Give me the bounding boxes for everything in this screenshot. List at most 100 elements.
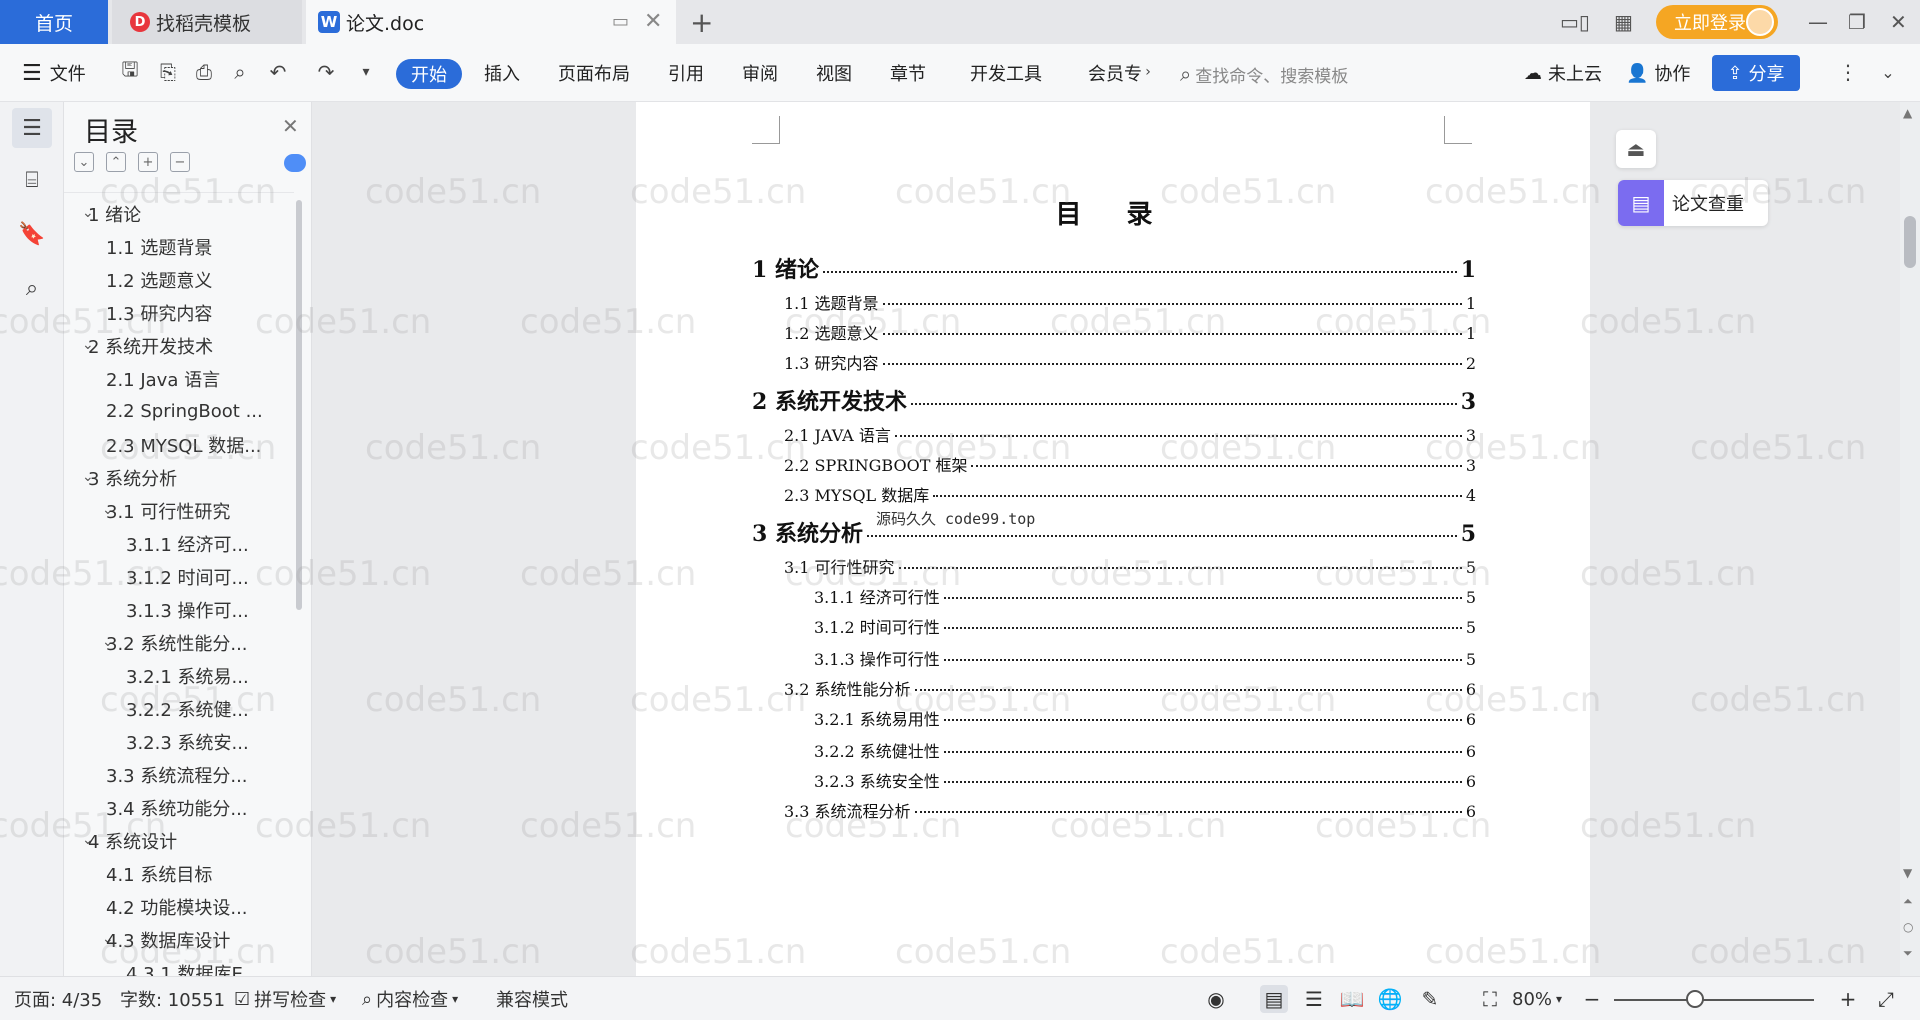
tab-review[interactable]: 审阅 <box>742 56 778 90</box>
demote-icon[interactable]: − <box>170 152 190 172</box>
tab-chapter[interactable]: 章节 <box>890 56 926 90</box>
apps-grid-icon[interactable]: ▦ <box>1614 0 1633 44</box>
export-pdf-icon[interactable]: ⎘ <box>154 58 182 86</box>
command-search[interactable]: ⌕ 查找命令、搜索模板 <box>1180 58 1348 90</box>
toc-entry[interactable]: 3.1.2 时间可行性 5 <box>814 614 1476 638</box>
toc-tree-item[interactable]: 3.1.3 操作可... <box>126 593 296 626</box>
expand-all-icon[interactable]: ⌄ <box>74 152 94 172</box>
collapse-side-icon[interactable]: ⏏ <box>1616 130 1656 168</box>
prev-page-icon[interactable]: ⏶ <box>1903 894 1913 909</box>
ai-assistant-icon[interactable] <box>284 154 306 172</box>
scroll-up-icon[interactable]: ▲ <box>1903 106 1912 120</box>
toc-tree-item[interactable]: 3.1.2 时间可... <box>126 560 296 593</box>
toc-entry[interactable]: 2 系统开发技术 3 <box>752 384 1476 416</box>
toc-tree-item[interactable]: 3.1 可行性研究 <box>106 494 276 527</box>
toc-nav-icon[interactable]: ☰ <box>12 108 52 148</box>
toc-tree-item[interactable]: 1 绪论 <box>88 197 258 230</box>
zoom-level[interactable]: 80% ▾ <box>1512 987 1562 1011</box>
toc-entry[interactable]: 3.2.3 系统安全性 6 <box>814 768 1476 792</box>
cloud-status[interactable]: ☁ 未上云 <box>1524 56 1602 90</box>
chapter-nav-icon[interactable]: ⌸ <box>12 160 52 200</box>
scroll-thumb[interactable] <box>1904 216 1916 268</box>
close-window-icon[interactable]: ✕ <box>1890 0 1907 44</box>
toc-tree-item[interactable]: 3.1.1 经济可... <box>126 527 296 560</box>
zoom-slider-knob[interactable] <box>1686 990 1704 1008</box>
tab-home[interactable]: 首页 <box>0 0 108 44</box>
write-mode-icon[interactable]: ✎ <box>1416 985 1444 1013</box>
login-button[interactable]: 立即登录 <box>1656 5 1778 39</box>
toc-entry[interactable]: 1 绪论 1 <box>752 252 1476 284</box>
eye-protection-icon[interactable]: ◉ <box>1202 985 1230 1013</box>
tab-start[interactable]: 开始 <box>396 59 462 89</box>
plagiarism-check-button[interactable]: ▤ 论文查重 <box>1618 180 1768 226</box>
word-count[interactable]: 字数: 10551 <box>120 987 225 1011</box>
toc-entry[interactable]: 3 系统分析 5 <box>752 516 1476 548</box>
toc-tree-item[interactable]: 1.1 选题背景 <box>106 230 276 263</box>
minimize-icon[interactable]: — <box>1808 0 1828 44</box>
file-menu[interactable]: ☰ 文件 <box>22 56 86 90</box>
print-preview-icon[interactable]: ⌕ <box>226 58 254 86</box>
toc-entry[interactable]: 3.1 可行性研究 5 <box>784 554 1476 578</box>
spell-check[interactable]: ☑ 拼写检查 ▾ <box>234 987 336 1012</box>
toc-tree-item[interactable]: 1.3 研究内容 <box>106 296 276 329</box>
content-check[interactable]: ⌕ 内容检查 ▾ <box>362 987 458 1012</box>
zoom-out-icon[interactable]: − <box>1578 985 1606 1013</box>
share-button[interactable]: ⇪ 分享 <box>1712 55 1800 91</box>
find-icon[interactable]: ⌕ <box>12 268 52 308</box>
toc-entry[interactable]: 1.2 选题意义 1 <box>784 320 1476 344</box>
collapse-ribbon-icon[interactable]: ⌄ <box>1874 58 1902 86</box>
toc-entry[interactable]: 2.1 JAVA 语言 3 <box>784 422 1476 446</box>
scroll-down-icon[interactable]: ▼ <box>1903 866 1912 880</box>
tab-view[interactable]: 视图 <box>816 56 852 90</box>
toc-entry[interactable]: 3.2 系统性能分析 6 <box>784 676 1476 700</box>
toc-tree-item[interactable]: 4.2 功能模块设... <box>106 890 276 923</box>
toc-scrollbar[interactable] <box>296 200 302 610</box>
screen-icon[interactable]: ▭ <box>612 11 629 32</box>
print-icon[interactable]: ⎙ <box>190 58 218 86</box>
tab-page-layout[interactable]: 页面布局 <box>558 56 630 90</box>
restore-icon[interactable]: ❐ <box>1848 0 1866 44</box>
toc-tree-item[interactable]: 2 系统开发技术 <box>88 329 258 362</box>
tab-template[interactable]: D 找稻壳模板 <box>112 0 302 44</box>
page-indicator[interactable]: 页面: 4/35 <box>14 987 102 1011</box>
vertical-scrollbar[interactable]: ▲ ▼ ⏶ ○ ⏷ <box>1900 102 1920 976</box>
close-tab-icon[interactable]: ✕ <box>644 9 662 34</box>
toc-tree-item[interactable]: 4.3.1 数据库E... <box>126 956 296 977</box>
toc-tree-item[interactable]: 2.3 MYSQL 数据... <box>106 428 276 461</box>
page-jump-icon[interactable]: ○ <box>1903 920 1913 934</box>
bookmark-icon[interactable]: 🔖 <box>12 214 52 254</box>
layout-icon[interactable]: ▭▯ <box>1560 0 1590 44</box>
toc-entry[interactable]: 3.2.2 系统健壮性 6 <box>814 738 1476 762</box>
toc-entry[interactable]: 3.2.1 系统易用性 6 <box>814 706 1476 730</box>
close-panel-icon[interactable]: ✕ <box>282 114 299 138</box>
toc-tree-item[interactable]: 4 系统设计 <box>88 824 258 857</box>
fit-page-icon[interactable]: ⛶ <box>1476 985 1504 1013</box>
tab-references[interactable]: 引用 <box>668 56 704 90</box>
zoom-slider[interactable] <box>1614 999 1814 1001</box>
new-tab-icon[interactable]: + <box>690 6 713 39</box>
toc-tree-item[interactable]: 3.4 系统功能分... <box>106 791 276 824</box>
toc-tree-item[interactable]: 3 系统分析 <box>88 461 258 494</box>
toc-entry[interactable]: 3.1.3 操作可行性 5 <box>814 646 1476 670</box>
zoom-in-icon[interactable]: + <box>1834 985 1862 1013</box>
web-view-icon[interactable]: 🌐 <box>1376 985 1404 1013</box>
toc-tree-item[interactable]: 2.2 SpringBoot ... <box>106 395 276 428</box>
toc-tree-item[interactable]: 3.2.2 系统健... <box>126 692 296 725</box>
toc-entry[interactable]: 2.3 MYSQL 数据库 4 <box>784 482 1476 506</box>
fullscreen-icon[interactable]: ⤢ <box>1872 985 1900 1013</box>
toc-tree-item[interactable]: 3.2.1 系统易... <box>126 659 296 692</box>
toc-tree-item[interactable]: 1.2 选题意义 <box>106 263 276 296</box>
quick-access-dropdown-icon[interactable]: ▾ <box>352 58 380 86</box>
undo-icon[interactable]: ↶ <box>264 58 292 86</box>
tab-document[interactable]: W 论文.doc ▭ ✕ <box>306 0 676 44</box>
tab-insert[interactable]: 插入 <box>484 56 520 90</box>
toc-tree-item[interactable]: 2.1 Java 语言 <box>106 362 276 395</box>
reading-view-icon[interactable]: 📖 <box>1338 985 1366 1013</box>
redo-icon[interactable]: ↷ <box>312 58 340 86</box>
more-options-icon[interactable]: ⋮ <box>1834 58 1862 86</box>
promote-icon[interactable]: + <box>138 152 158 172</box>
next-page-icon[interactable]: ⏷ <box>1903 946 1913 961</box>
save-icon[interactable]: 🖫 <box>116 57 144 86</box>
toc-tree-item[interactable]: 3.2.3 系统安... <box>126 725 296 758</box>
outline-view-icon[interactable]: ☰ <box>1300 985 1328 1013</box>
